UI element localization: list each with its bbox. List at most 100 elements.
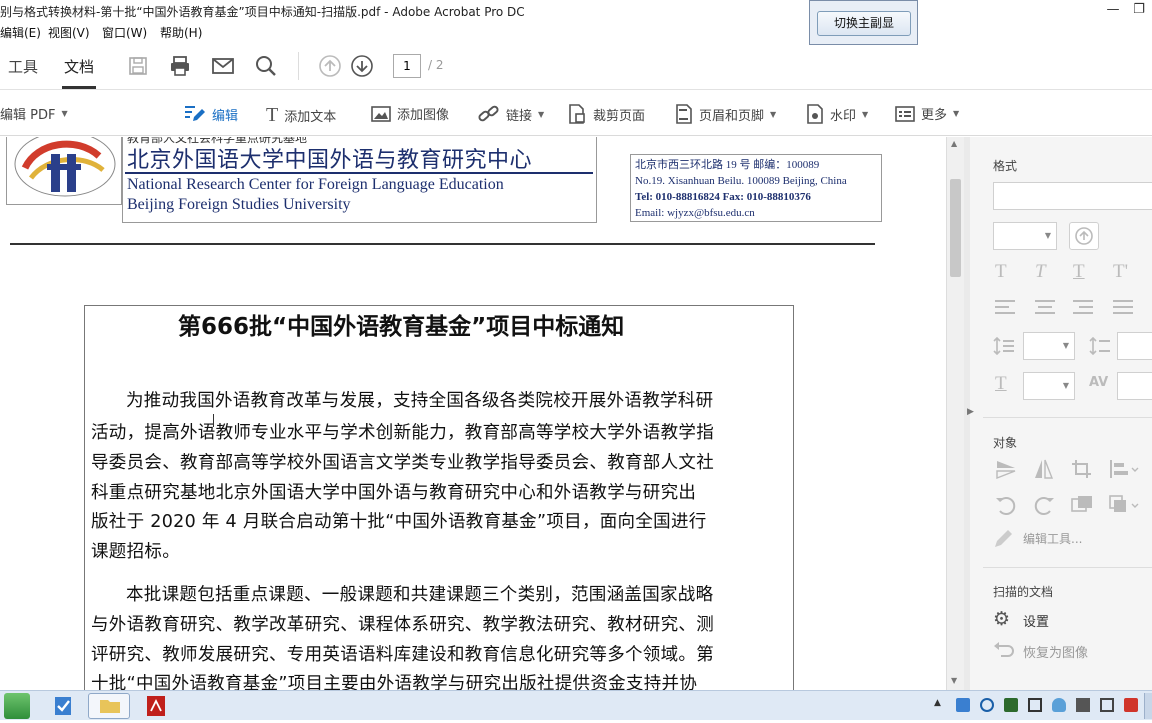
rotate-left-icon[interactable] <box>995 495 1017 515</box>
tray-icon[interactable] <box>956 698 970 712</box>
chevron-down-icon: ▼ <box>61 109 68 118</box>
align-left-icon[interactable] <box>995 299 1017 315</box>
body-line: 评研究、教师发展研究、专用英语语料库建设和教育信息化研究等多个领域。第 <box>91 645 714 665</box>
tray-icon[interactable] <box>980 698 994 712</box>
header-footer-icon <box>676 104 692 124</box>
document-view[interactable]: 教育部人文社会科学重点研究基地 北京外国语大学中国外语与教育研究中心 Natio… <box>0 137 946 690</box>
line-spacing-select[interactable]: ▼ <box>1023 332 1075 360</box>
font-color-button[interactable] <box>1069 222 1099 250</box>
watermark-label: 水印 <box>830 108 857 124</box>
document-heading: 第666批“中国外语教育基金”项目中标通知 <box>178 314 625 340</box>
chevron-down-icon: ▼ <box>953 109 960 118</box>
tray-icon[interactable] <box>1124 698 1138 712</box>
page-number-input[interactable]: 1 <box>393 54 421 78</box>
align-objects-icon[interactable] <box>1109 459 1139 479</box>
network-icon[interactable] <box>1100 698 1114 712</box>
crop-object-icon[interactable] <box>1071 459 1093 479</box>
settings-link[interactable]: 设置 <box>1023 611 1049 630</box>
toolbar-divider <box>298 52 299 80</box>
flip-vertical-icon[interactable] <box>995 459 1017 479</box>
document-scrollbar[interactable]: ▲ ▼ <box>946 137 964 690</box>
save-icon[interactable] <box>126 54 150 78</box>
watermark-button[interactable]: 水印 ▼ <box>806 104 868 124</box>
body-line: 与外语教育研究、教学改革研究、课程体系研究、教学教法研究、教材研究、测 <box>91 615 714 635</box>
align-center-icon[interactable] <box>1035 299 1057 315</box>
flip-horizontal-icon[interactable] <box>1033 459 1055 479</box>
replace-image-icon[interactable] <box>1071 495 1093 515</box>
show-desktop-button[interactable] <box>1144 693 1152 719</box>
character-scale-icon[interactable]: T <box>995 373 1007 395</box>
align-justify-icon[interactable] <box>1113 299 1135 315</box>
character-scale-select[interactable]: ▼ <box>1023 372 1075 400</box>
taskbar-app-1[interactable] <box>48 693 78 719</box>
letterhead-cn-name: 北京外国语大学中国外语与教育研究中心 <box>127 148 533 173</box>
text-underline-icon[interactable]: T <box>1073 261 1085 283</box>
menu-edit[interactable]: 编辑(E) <box>0 24 41 41</box>
scroll-down-icon[interactable]: ▼ <box>951 676 957 685</box>
body-line: 十批“中国外语教育基金”项目主要由外语教学与研究出版社提供资金支持并协 <box>91 674 698 690</box>
edit-pdf-label: 编辑 PDF <box>0 108 56 123</box>
panel-divider <box>983 567 1152 568</box>
text-bold-icon[interactable]: T <box>995 261 1007 283</box>
email-icon[interactable] <box>211 54 235 78</box>
print-icon[interactable] <box>168 54 192 78</box>
line-spacing-icon[interactable] <box>993 337 1015 355</box>
scrollbar-thumb[interactable] <box>950 179 961 277</box>
add-image-label: 添加图像 <box>397 108 450 123</box>
undo-icon <box>994 642 1014 657</box>
cloud-icon[interactable] <box>1052 698 1066 712</box>
panel-divider <box>983 417 1152 418</box>
character-spacing-icon[interactable]: AV <box>1089 375 1108 390</box>
start-button[interactable] <box>4 693 30 719</box>
collapse-panel-icon[interactable]: ▶ <box>967 407 974 417</box>
next-page-icon[interactable] <box>350 54 374 78</box>
tray-expand-icon[interactable]: ▲ <box>934 698 948 712</box>
switch-display-button[interactable]: 切换主副显 <box>817 11 911 36</box>
monitor-icon[interactable] <box>1028 698 1042 712</box>
character-spacing-select[interactable] <box>1117 372 1152 400</box>
link-button[interactable]: 链接 ▼ <box>478 104 544 124</box>
chevron-down-icon: ▼ <box>1062 381 1069 390</box>
taskbar-acrobat[interactable] <box>140 693 172 719</box>
edit-button[interactable]: 编辑 <box>184 104 238 124</box>
add-image-button[interactable]: 添加图像 <box>371 104 449 123</box>
crop-page-button[interactable]: 裁剪页面 <box>567 104 645 124</box>
scroll-up-icon[interactable]: ▲ <box>951 139 957 148</box>
letterhead-divider <box>10 243 875 245</box>
header-footer-label: 页眉和页脚 <box>699 108 765 124</box>
minimize-button[interactable]: — <box>1100 0 1126 20</box>
edit-pdf-menu[interactable]: 编辑 PDF ▼ <box>0 104 68 123</box>
text-superscript-icon[interactable]: T' <box>1113 261 1128 283</box>
font-size-select[interactable]: ▼ <box>993 222 1057 250</box>
body-line: 为推动我国外语教育改革与发展，支持全国各级各类院校开展外语教学科研 <box>126 391 714 411</box>
paragraph-spacing-icon[interactable] <box>1089 337 1111 355</box>
rotate-right-icon[interactable] <box>1033 495 1055 515</box>
taskbar-file-explorer[interactable] <box>88 693 130 719</box>
previous-page-icon[interactable] <box>318 54 342 78</box>
arrange-objects-icon[interactable] <box>1109 495 1139 515</box>
tray-icon[interactable] <box>1076 698 1090 712</box>
format-header: 格式 <box>993 159 1018 173</box>
menu-view[interactable]: 视图(V) <box>48 24 90 41</box>
font-family-select[interactable] <box>993 182 1152 210</box>
edit-tool-link[interactable]: 编辑工具... <box>1023 530 1082 547</box>
maximize-button[interactable]: ❐ <box>1126 0 1152 20</box>
tab-document[interactable]: 文档 <box>64 56 94 77</box>
watermark-icon <box>807 104 823 124</box>
more-button[interactable]: 更多 ▼ <box>895 104 959 123</box>
tab-tools[interactable]: 工具 <box>8 56 38 77</box>
restore-image-link[interactable]: 恢复为图像 <box>1023 642 1088 661</box>
search-icon[interactable] <box>254 54 278 78</box>
text-italic-icon[interactable]: T <box>1035 261 1046 283</box>
header-footer-button[interactable]: 页眉和页脚 ▼ <box>675 104 776 124</box>
add-text-button[interactable]: T 添加文本 <box>266 104 336 127</box>
menu-help[interactable]: 帮助(H) <box>160 24 202 41</box>
edit-tool-icon <box>995 530 1012 547</box>
menu-window[interactable]: 窗口(W) <box>102 24 147 41</box>
page-total: / 2 <box>428 58 444 72</box>
align-right-icon[interactable] <box>1073 299 1095 315</box>
tray-icon[interactable] <box>1004 698 1018 712</box>
switch-display-window: 切换主副显 <box>809 0 918 45</box>
paragraph-spacing-select[interactable] <box>1117 332 1152 360</box>
window-title: 别与格式转换材料-第十批“中国外语教育基金”项目中标通知-扫描版.pdf - A… <box>0 5 525 19</box>
